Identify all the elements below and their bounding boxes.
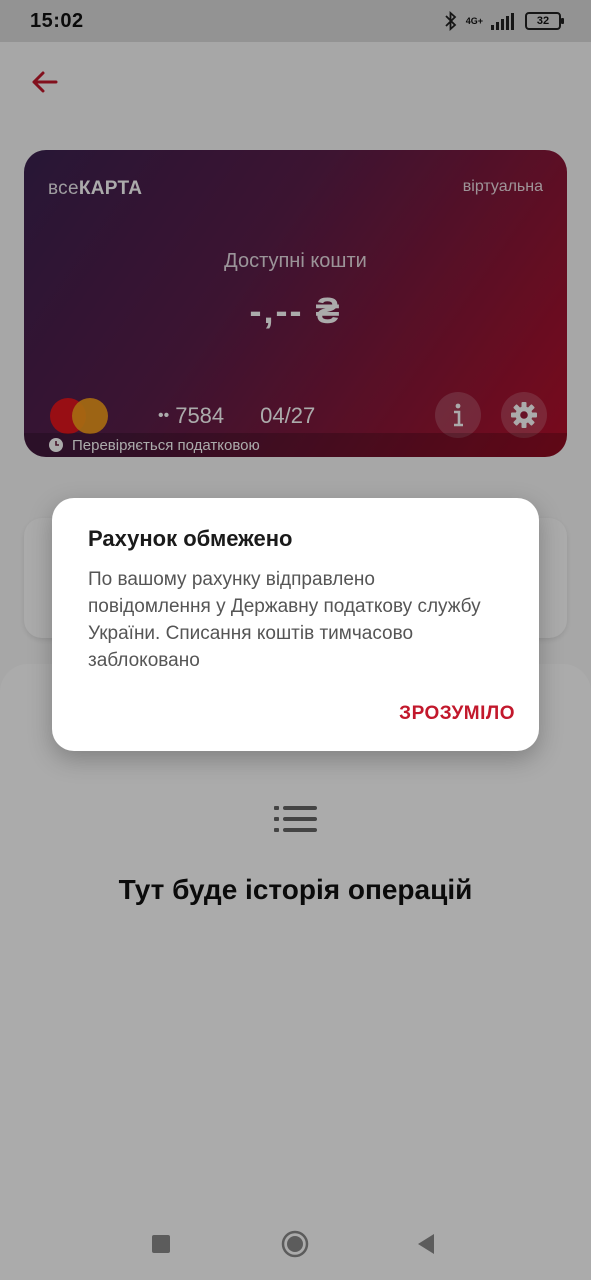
dialog-message: По вашому рахунку відправлено повідомлен… bbox=[88, 569, 481, 671]
dialog-title: Рахунок обмежено bbox=[88, 526, 293, 551]
understood-button[interactable]: ЗРОЗУМІЛО bbox=[399, 703, 515, 725]
account-restricted-dialog: Рахунок обмежено По вашому рахунку відпр… bbox=[52, 498, 539, 751]
